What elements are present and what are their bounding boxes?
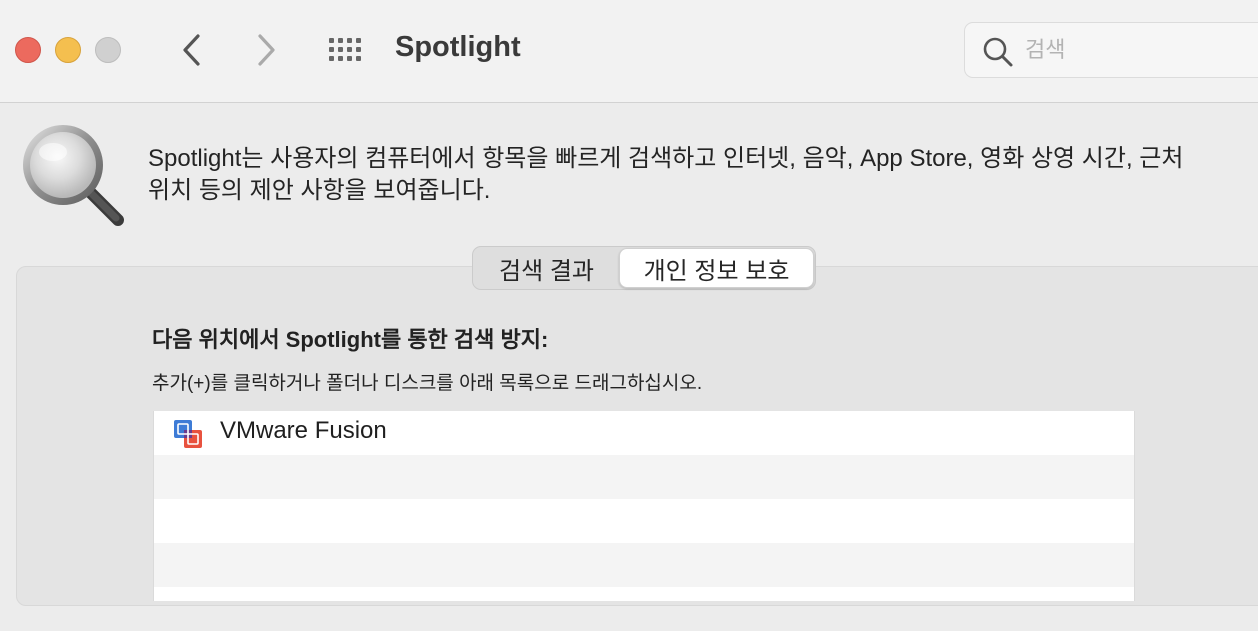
search-input[interactable] (1025, 35, 1255, 65)
tab-control: 검색 결과 개인 정보 보호 (472, 246, 816, 290)
list-row-empty (154, 543, 1134, 587)
chevron-right-icon (258, 34, 275, 66)
list-row-empty (154, 587, 1134, 631)
description-line-1: Spotlight는 사용자의 컴퓨터에서 항목을 빠르게 검색하고 인터넷, … (148, 145, 1184, 172)
spotlight-magnifier-icon (23, 125, 124, 226)
vmware-fusion-icon (174, 420, 202, 448)
back-button[interactable] (172, 30, 212, 70)
privacy-heading: 다음 위치에서 Spotlight를 통한 검색 방지: (152, 327, 549, 352)
tab-privacy[interactable]: 개인 정보 보호 (619, 248, 814, 288)
magnifier-icon (983, 37, 1013, 67)
pane-description: Spotlight는 사용자의 컴퓨터에서 항목을 빠르게 검색하고 인터넷, … (148, 143, 1248, 207)
description-line-2: 위치 등의 제안 사항을 보여줍니다. (148, 177, 491, 204)
excluded-locations-list[interactable]: VMware Fusion (153, 411, 1135, 601)
list-row-empty (154, 455, 1134, 499)
forward-button[interactable] (246, 30, 286, 70)
list-item[interactable]: VMware Fusion (154, 411, 1134, 455)
close-button[interactable] (15, 37, 41, 63)
minimize-button[interactable] (55, 37, 81, 63)
search-field[interactable] (964, 22, 1258, 78)
list-row-empty (154, 499, 1134, 543)
zoom-button[interactable] (95, 37, 121, 63)
list-item-label: VMware Fusion (220, 417, 387, 444)
window-toolbar: Spotlight (0, 0, 1258, 103)
show-all-button[interactable] (326, 35, 366, 65)
privacy-instructions: 추가(+)를 클릭하거나 폴더나 디스크를 아래 목록으로 드래그하십시오. (152, 373, 703, 394)
tab-search-results[interactable]: 검색 결과 (474, 248, 619, 288)
window-title: Spotlight (395, 31, 521, 63)
chevron-left-icon (183, 34, 200, 66)
